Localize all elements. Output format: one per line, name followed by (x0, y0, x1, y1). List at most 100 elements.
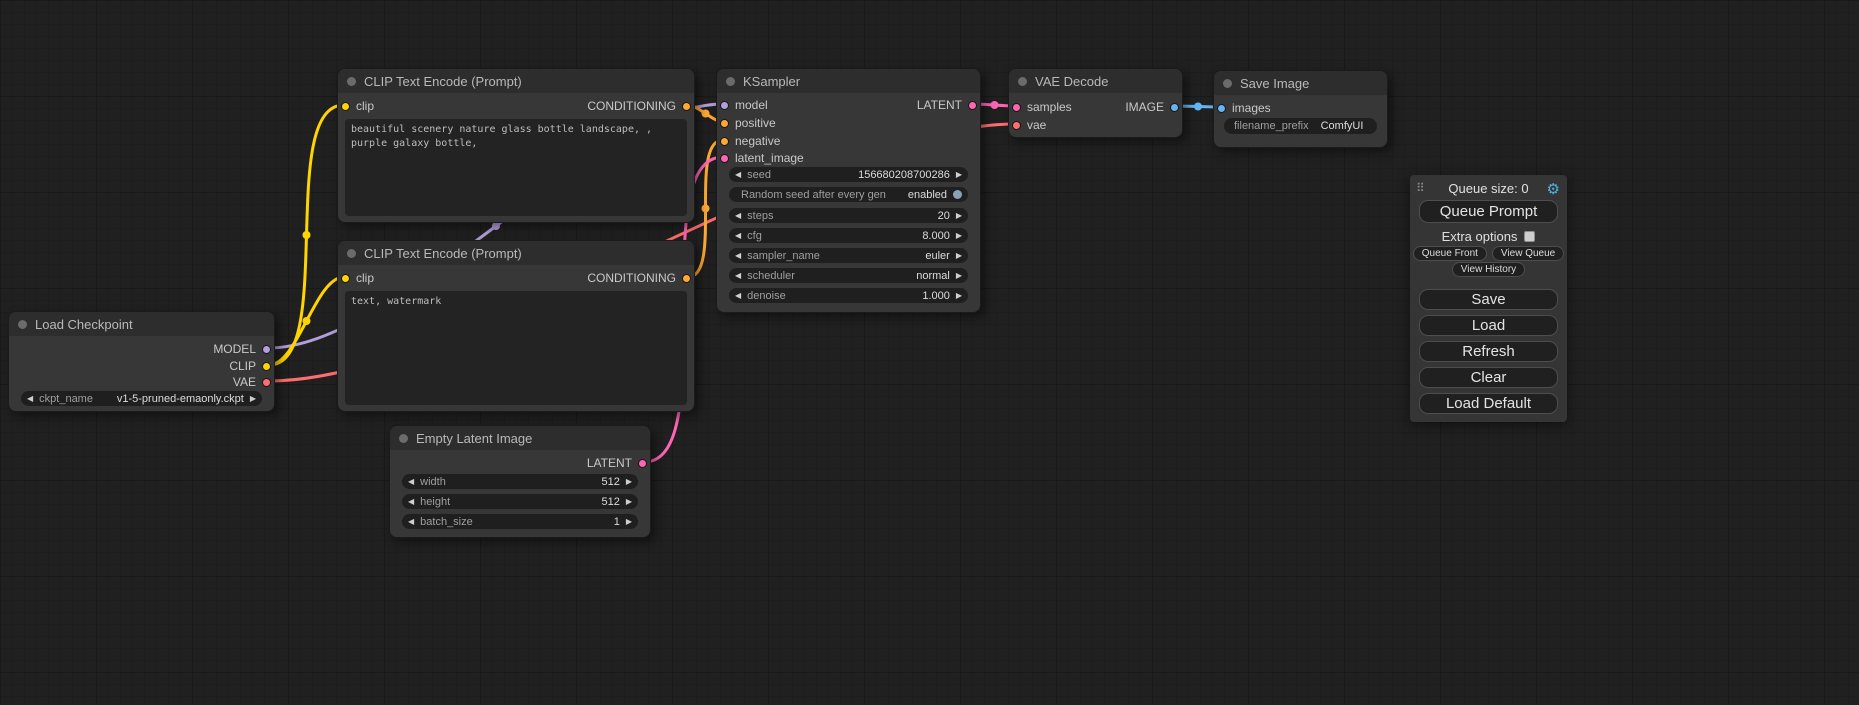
link-midpoint-dot[interactable] (702, 205, 710, 213)
prompt-textarea[interactable]: beautiful scenery nature glass bottle la… (345, 119, 687, 216)
slot-dot-latent[interactable] (968, 101, 977, 110)
widget-scheduler[interactable]: ◀ scheduler normal ▶ (729, 268, 968, 283)
node-clip-text-encode-positive[interactable]: CLIP Text Encode (Prompt) clip CONDITION… (337, 68, 695, 223)
widget-filename-prefix[interactable]: filename_prefix ComfyUI (1224, 118, 1377, 134)
decrement-arrow-icon[interactable]: ◀ (27, 395, 33, 403)
output-slot-latent: LATENT (917, 97, 977, 113)
node-title-bar[interactable]: Load Checkpoint (9, 312, 274, 336)
slot-dot-samples[interactable] (1012, 103, 1021, 112)
slot-dot-clip[interactable] (262, 362, 271, 371)
widget-width[interactable]: ◀ width 512 ▶ (402, 474, 638, 489)
decrement-arrow-icon[interactable]: ◀ (735, 212, 741, 220)
widget-denoise[interactable]: ◀ denoise 1.000 ▶ (729, 288, 968, 303)
save-button[interactable]: Save (1419, 289, 1558, 310)
output-slot-vae: VAE (233, 374, 271, 390)
increment-arrow-icon[interactable]: ▶ (956, 232, 962, 240)
link-midpoint-dot[interactable] (1194, 103, 1202, 111)
node-status-dot (347, 249, 356, 258)
widget-cfg[interactable]: ◀ cfg 8.000 ▶ (729, 228, 968, 243)
slot-dot-conditioning[interactable] (682, 274, 691, 283)
decrement-arrow-icon[interactable]: ◀ (408, 518, 414, 526)
slot-label: positive (735, 116, 776, 130)
menu-drag-handle-icon[interactable]: ⠿ (1416, 181, 1425, 195)
increment-arrow-icon[interactable]: ▶ (626, 478, 632, 486)
widget-height[interactable]: ◀ height 512 ▶ (402, 494, 638, 509)
node-vae-decode[interactable]: VAE Decode samples vae IMAGE (1008, 68, 1183, 138)
slot-dot-images[interactable] (1217, 104, 1226, 113)
slot-dot-image[interactable] (1170, 103, 1179, 112)
slot-dot-negative[interactable] (720, 137, 729, 146)
slot-dot-vae[interactable] (262, 378, 271, 387)
decrement-arrow-icon[interactable]: ◀ (408, 478, 414, 486)
slot-dot-latent-image[interactable] (720, 154, 729, 163)
increment-arrow-icon[interactable]: ▶ (956, 292, 962, 300)
queue-front-button[interactable]: Queue Front (1413, 246, 1487, 261)
widget-steps[interactable]: ◀ steps 20 ▶ (729, 208, 968, 223)
node-title-bar[interactable]: CLIP Text Encode (Prompt) (338, 69, 694, 93)
input-slot-negative: negative (720, 133, 780, 149)
increment-arrow-icon[interactable]: ▶ (956, 252, 962, 260)
queue-prompt-button[interactable]: Queue Prompt (1419, 200, 1558, 223)
increment-arrow-icon[interactable]: ▶ (956, 171, 962, 179)
increment-arrow-icon[interactable]: ▶ (626, 498, 632, 506)
link-midpoint-dot[interactable] (702, 110, 710, 118)
node-save-image[interactable]: Save Image images filename_prefix ComfyU… (1213, 70, 1388, 148)
decrement-arrow-icon[interactable]: ◀ (735, 292, 741, 300)
increment-arrow-icon[interactable]: ▶ (956, 272, 962, 280)
decrement-arrow-icon[interactable]: ◀ (735, 171, 741, 179)
widget-label: Random seed after every gen (735, 189, 886, 201)
node-title-bar[interactable]: Save Image (1214, 71, 1387, 95)
slot-dot-positive[interactable] (720, 119, 729, 128)
clear-button[interactable]: Clear (1419, 367, 1558, 388)
widget-value: normal (916, 270, 950, 282)
input-slot-clip: clip (341, 98, 374, 114)
slot-dot-clip[interactable] (341, 102, 350, 111)
slot-dot-conditioning[interactable] (682, 102, 691, 111)
link-midpoint-dot[interactable] (991, 101, 999, 109)
view-history-button[interactable]: View History (1452, 262, 1525, 277)
load-button[interactable]: Load (1419, 315, 1558, 336)
extra-options-checkbox[interactable] (1524, 231, 1535, 242)
decrement-arrow-icon[interactable]: ◀ (408, 498, 414, 506)
refresh-button[interactable]: Refresh (1419, 341, 1558, 362)
comfy-menu-panel[interactable]: ⠿ Queue size: 0 ⚙ Queue Prompt Extra opt… (1410, 175, 1567, 422)
slot-dot-vae[interactable] (1012, 121, 1021, 130)
increment-arrow-icon[interactable]: ▶ (956, 212, 962, 220)
queue-actions-row: Queue Front View Queue (1410, 246, 1567, 261)
toggle-knob[interactable] (953, 190, 962, 199)
node-title-bar[interactable]: KSampler (717, 69, 980, 93)
slot-dot-latent[interactable] (638, 459, 647, 468)
slot-dot-model[interactable] (262, 345, 271, 354)
widget-seed[interactable]: ◀ seed 156680208700286 ▶ (729, 167, 968, 182)
widget-ckpt-name[interactable]: ◀ ckpt_name v1-5-pruned-emaonly.ckpt ▶ (21, 391, 262, 406)
decrement-arrow-icon[interactable]: ◀ (735, 252, 741, 260)
link-midpoint-dot[interactable] (492, 222, 500, 230)
node-status-dot (18, 320, 27, 329)
widget-batch-size[interactable]: ◀ batch_size 1 ▶ (402, 514, 638, 529)
widget-random-seed-toggle[interactable]: Random seed after every gen enabled (729, 187, 968, 202)
view-queue-button[interactable]: View Queue (1492, 246, 1564, 261)
decrement-arrow-icon[interactable]: ◀ (735, 232, 741, 240)
node-canvas[interactable]: { "canvas": {"width": 1859, "height": 70… (0, 0, 1859, 705)
link-midpoint-dot[interactable] (303, 317, 311, 325)
decrement-arrow-icon[interactable]: ◀ (735, 272, 741, 280)
node-title-bar[interactable]: Empty Latent Image (390, 426, 650, 450)
node-title-bar[interactable]: CLIP Text Encode (Prompt) (338, 241, 694, 265)
slot-dot-clip[interactable] (341, 274, 350, 283)
node-title-bar[interactable]: VAE Decode (1009, 69, 1182, 93)
link-midpoint-dot[interactable] (303, 231, 311, 239)
widget-sampler-name[interactable]: ◀ sampler_name euler ▶ (729, 248, 968, 263)
node-ksampler[interactable]: KSampler model positive negative latent_… (716, 68, 981, 313)
node-load-checkpoint[interactable]: Load Checkpoint MODEL CLIP VAE ◀ ckpt_na… (8, 311, 275, 412)
node-clip-text-encode-negative[interactable]: CLIP Text Encode (Prompt) clip CONDITION… (337, 240, 695, 412)
prompt-textarea[interactable]: text, watermark (345, 291, 687, 405)
increment-arrow-icon[interactable]: ▶ (250, 395, 256, 403)
slot-label: CLIP (229, 359, 256, 373)
load-default-button[interactable]: Load Default (1419, 393, 1558, 414)
slot-dot-model[interactable] (720, 101, 729, 110)
increment-arrow-icon[interactable]: ▶ (626, 518, 632, 526)
widget-value: 20 (938, 210, 950, 222)
node-empty-latent-image[interactable]: Empty Latent Image LATENT ◀ width 512 ▶ … (389, 425, 651, 538)
widget-label: ckpt_name (39, 393, 93, 405)
settings-gear-icon[interactable]: ⚙ (1547, 180, 1560, 198)
